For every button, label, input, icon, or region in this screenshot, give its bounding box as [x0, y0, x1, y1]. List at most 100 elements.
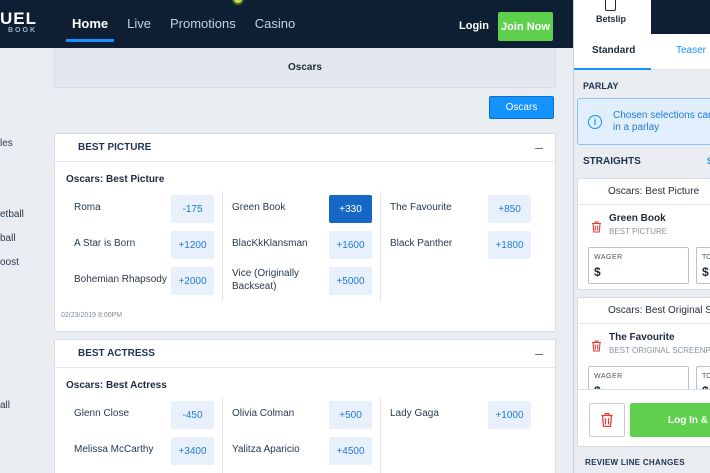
- odds-button[interactable]: +850: [488, 195, 531, 223]
- trash-icon[interactable]: [591, 340, 602, 352]
- outcome-name: Green Book: [232, 202, 286, 213]
- betslip-footer: Log In & P: [577, 389, 710, 447]
- outcome-name: Bohemian Rhapsody: [74, 274, 167, 285]
- join-now-button[interactable]: Join Now: [498, 12, 553, 41]
- outcome-name: Melissa McCarthy: [74, 444, 154, 455]
- parlay-info-box: i Chosen selections can in a parlay: [577, 98, 710, 145]
- nav-home[interactable]: Home: [66, 0, 115, 48]
- card-title: BEST PICTURE: [78, 142, 152, 153]
- logo-subtext: BOOK: [8, 27, 37, 34]
- bet-market: BEST PICTURE: [609, 227, 668, 236]
- event-timestamp: 02/23/2019 8:00PM: [61, 312, 123, 319]
- event-tab-oscars[interactable]: Oscars: [54, 48, 556, 88]
- sidebar-item[interactable]: all: [0, 400, 10, 411]
- wager-label: WAGER: [594, 373, 623, 380]
- bet-card-title: Oscars: Best Picture: [578, 179, 710, 205]
- sidebar-item[interactable]: les: [0, 138, 13, 149]
- oscars-filter-button[interactable]: Oscars: [489, 96, 554, 119]
- column-divider: [222, 397, 223, 473]
- active-tab-indicator: [574, 68, 651, 70]
- nav-live[interactable]: Live: [121, 0, 157, 48]
- bet-selection: Green Book: [609, 213, 666, 224]
- outcome-name: Glenn Close: [74, 408, 130, 419]
- bet-market: BEST ORIGINAL SCREENPL: [609, 346, 710, 355]
- main-content: Oscars: [54, 48, 556, 88]
- outcome-name: BlacKkKlansman: [232, 238, 308, 249]
- betslip-panel: Betslip Standard Teaser PARLAY i Chosen …: [573, 0, 710, 473]
- odds-button[interactable]: +4500: [329, 437, 372, 465]
- outcome-name: Vice (Originally Backseat): [232, 268, 300, 292]
- odds-button[interactable]: +3400: [171, 437, 214, 465]
- bet-card: Oscars: Best Picture Green Book BEST PIC…: [577, 178, 710, 290]
- outcome-name: Olivia Colman: [232, 408, 295, 419]
- tab-standard[interactable]: Standard: [592, 45, 635, 56]
- outcome-name: Lady Gaga: [390, 408, 439, 419]
- odds-button[interactable]: +1800: [488, 231, 531, 259]
- bet-card-title: Oscars: Best Original Sc: [578, 298, 710, 324]
- odds-button[interactable]: +1200: [171, 231, 214, 259]
- to-win-input[interactable]: TO $: [696, 247, 710, 284]
- collapse-icon[interactable]: –: [535, 139, 543, 155]
- betslip-tab-secondary[interactable]: [651, 0, 710, 34]
- outcome-name: The Favourite: [390, 202, 452, 213]
- market-title: Oscars: Best Picture: [66, 174, 165, 185]
- bet-selection: The Favourite: [609, 332, 675, 343]
- column-divider: [380, 397, 381, 473]
- trash-icon[interactable]: [591, 221, 602, 233]
- sidebar-item[interactable]: ball: [0, 233, 16, 244]
- market-title: Oscars: Best Actress: [66, 380, 167, 391]
- card-header[interactable]: BEST PICTURE –: [55, 134, 555, 162]
- parlay-heading: PARLAY: [583, 81, 619, 91]
- odds-button[interactable]: +500: [329, 401, 372, 429]
- straights-heading: STRAIGHTS: [583, 156, 641, 167]
- main-nav: Home Live Promotions Casino: [66, 0, 308, 48]
- nav-casino[interactable]: Casino: [249, 0, 301, 48]
- logo[interactable]: UEL BOOK: [0, 10, 37, 34]
- outcome-name: Roma: [74, 202, 101, 213]
- odds-button[interactable]: +1000: [488, 401, 531, 429]
- best-actress-card: BEST ACTRESS – Oscars: Best Actress Glen…: [54, 339, 556, 473]
- odds-button[interactable]: -450: [171, 401, 214, 429]
- to-win-label: TO: [702, 373, 710, 380]
- collapse-icon[interactable]: –: [535, 345, 543, 361]
- sidebar-item[interactable]: oost: [0, 257, 19, 268]
- clear-betslip-button[interactable]: [589, 403, 625, 437]
- currency-symbol: $: [702, 265, 709, 279]
- logo-text: UEL: [0, 9, 37, 28]
- odds-button-selected[interactable]: +330: [329, 195, 372, 223]
- currency-symbol: $: [594, 265, 601, 279]
- review-line-changes[interactable]: REVIEW LINE CHANGES: [585, 458, 685, 467]
- bet-type-tabs: Standard Teaser: [574, 34, 710, 70]
- card-title: BEST ACTRESS: [78, 348, 155, 359]
- column-divider: [222, 191, 223, 301]
- betslip-icon: [605, 0, 616, 11]
- column-divider: [380, 191, 381, 301]
- to-win-label: TO: [702, 254, 710, 261]
- betslip-tab[interactable]: Betslip: [596, 14, 626, 24]
- odds-button[interactable]: -175: [171, 195, 214, 223]
- tab-teaser[interactable]: Teaser: [676, 45, 706, 56]
- outcome-name: Yalitza Aparicio: [232, 444, 300, 455]
- best-picture-card: BEST PICTURE – Oscars: Best Picture Roma…: [54, 133, 556, 332]
- outcome-name: A Star is Born: [74, 238, 136, 249]
- odds-button[interactable]: +2000: [171, 267, 214, 295]
- wager-input[interactable]: WAGER $: [588, 247, 689, 284]
- info-line: Chosen selections can: [613, 110, 710, 121]
- betslip-header: Betslip: [574, 0, 710, 34]
- parlay-info-text: Chosen selections can in a parlay: [613, 110, 710, 134]
- info-line: in a parlay: [613, 122, 660, 133]
- card-header[interactable]: BEST ACTRESS –: [55, 340, 555, 368]
- odds-button[interactable]: +1600: [329, 231, 372, 259]
- login-link[interactable]: Login: [459, 0, 489, 52]
- bet-card: Oscars: Best Original Sc The Favourite B…: [577, 297, 710, 403]
- top-navigation-bar: UEL BOOK Home Live Promotions Casino Log…: [0, 0, 573, 48]
- odds-button[interactable]: +5000: [329, 267, 372, 295]
- sports-sidebar: les etball ball oost all: [0, 48, 30, 473]
- wager-label: WAGER: [594, 254, 623, 261]
- sidebar-item[interactable]: etball: [0, 209, 24, 220]
- info-icon: i: [588, 115, 602, 129]
- trash-icon: [601, 413, 613, 427]
- login-and-place-button[interactable]: Log In & P: [630, 403, 710, 437]
- nav-promotions[interactable]: Promotions: [164, 0, 242, 48]
- outcome-name: Black Panther: [390, 238, 453, 249]
